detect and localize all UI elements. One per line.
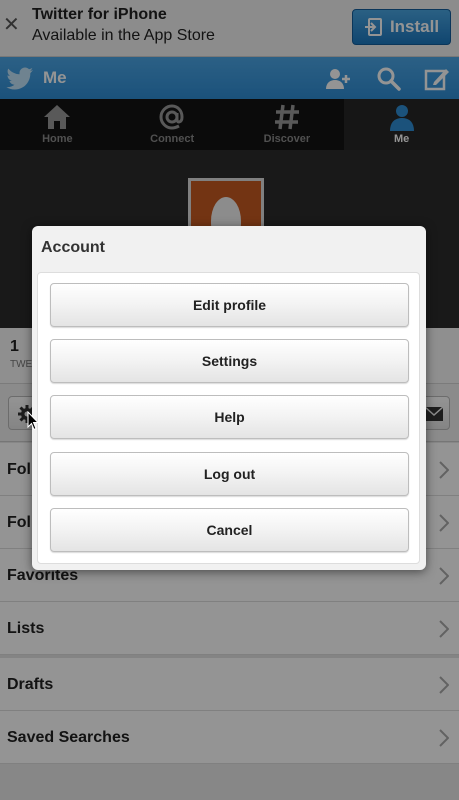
edit-profile-button[interactable]: Edit profile	[50, 283, 409, 327]
help-button[interactable]: Help	[50, 395, 409, 439]
settings-button[interactable]: Settings	[50, 339, 409, 383]
cancel-button[interactable]: Cancel	[50, 508, 409, 552]
dialog-title: Account	[41, 239, 105, 256]
account-dialog: Account Edit profile Settings Help Log o…	[32, 226, 426, 570]
mouse-pointer-icon	[27, 411, 39, 431]
dialog-body: Edit profile Settings Help Log out Cance…	[37, 272, 420, 564]
log-out-button[interactable]: Log out	[50, 452, 409, 496]
